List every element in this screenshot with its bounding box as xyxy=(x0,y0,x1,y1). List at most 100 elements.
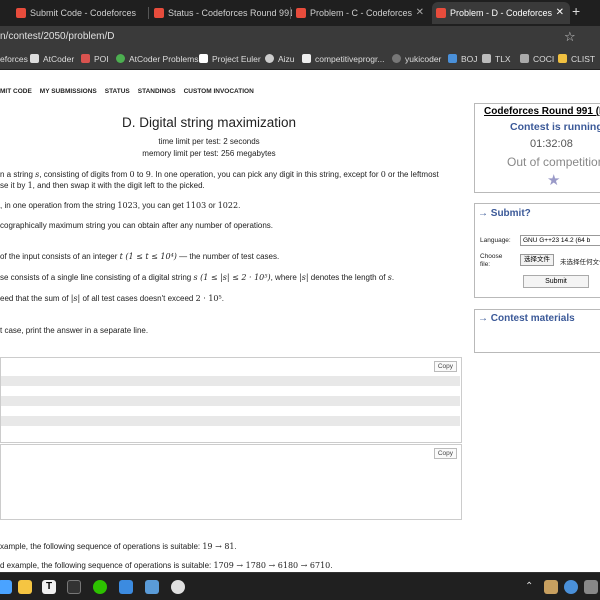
bookmark-star-icon[interactable]: ☆ xyxy=(564,29,576,45)
browser-tab-bar: Submit Code - Codeforces Status - Codefo… xyxy=(0,0,600,26)
example-row-stripe xyxy=(1,416,460,426)
text: or xyxy=(206,201,218,210)
bookmark-label: Project Euler xyxy=(212,54,261,64)
favorite-star-icon[interactable]: ★ xyxy=(547,171,560,189)
participation-status: Out of competition xyxy=(507,155,600,169)
bookmark-project-euler[interactable]: Project Euler xyxy=(199,54,261,64)
note-line-2: d example, the following sequence of ope… xyxy=(0,561,333,570)
math: s (1 ≤ |s| ≤ 2 · 10⁵) xyxy=(193,273,271,282)
codeforces-favicon-icon xyxy=(154,8,164,18)
wechat-icon[interactable] xyxy=(93,580,107,594)
bookmark-competitive-programming[interactable]: competitiveprogr... xyxy=(302,54,384,64)
bookmark-poi[interactable]: POI xyxy=(81,54,109,64)
text: eed that the sum of xyxy=(0,294,71,303)
text: , where xyxy=(270,273,300,282)
chevron-up-icon[interactable]: ⌃ xyxy=(525,581,533,592)
text: se consists of a single line consisting … xyxy=(0,273,194,282)
bookmark-label: yukicoder xyxy=(405,54,442,64)
statement-line-3: , in one operation from the string 1023,… xyxy=(0,201,240,210)
tab-problem-c[interactable]: Problem - C - Codeforces ✕ xyxy=(292,2,430,24)
tab-status[interactable]: Status - Codeforces Round 991 xyxy=(150,2,292,24)
nav-status[interactable]: STATUS xyxy=(105,88,130,95)
example-output-box: Copy xyxy=(0,444,462,520)
app-icon[interactable] xyxy=(145,580,159,594)
tab-submit-code[interactable]: Submit Code - Codeforces xyxy=(12,2,144,24)
bookmark-label: AtCoder Problems xyxy=(129,54,199,64)
text: , you can get xyxy=(137,201,186,210)
new-tab-button[interactable]: + xyxy=(572,3,580,19)
bookmark-label: eforces xyxy=(0,54,28,64)
math: 1023 xyxy=(117,201,138,210)
statement-line-2: se it by 1, and then swap it with the di… xyxy=(0,181,205,190)
bookmark-label: POI xyxy=(94,54,109,64)
tlx-icon xyxy=(482,54,491,63)
bookmark-tlx[interactable]: TLX xyxy=(482,54,511,64)
contest-materials-header[interactable]: → Contest materials xyxy=(478,313,575,324)
copy-output-button[interactable]: Copy xyxy=(433,448,457,459)
statement-line-1: n a string s, consisting of digits from … xyxy=(0,170,439,179)
contest-title-link[interactable]: Codeforces Round 991 (D xyxy=(484,106,600,117)
copy-input-button[interactable]: Copy xyxy=(433,361,457,372)
text: . xyxy=(238,201,241,210)
no-file-text: 未选择任何文件 xyxy=(560,259,600,266)
address-bar[interactable]: n/contest/2050/problem/D ☆ xyxy=(0,26,600,48)
math: 2 · 10⁵ xyxy=(195,294,222,303)
bookmark-atcoder[interactable]: AtCoder xyxy=(30,54,74,64)
file-label-1: Choose xyxy=(480,253,503,260)
text: denotes the length of xyxy=(308,273,388,282)
codeforces-favicon-icon xyxy=(436,8,446,18)
example-input-box: Copy xyxy=(0,357,462,443)
notion-icon[interactable]: T xyxy=(42,580,56,594)
nav-custom-invocation[interactable]: CUSTOM INVOCATION xyxy=(184,88,254,95)
language-label: Language: xyxy=(480,237,511,244)
tray-network-icon[interactable] xyxy=(584,580,598,594)
codeforces-favicon-icon xyxy=(296,8,306,18)
bookmark-boj[interactable]: BOJ xyxy=(448,54,478,64)
tray-cloud-icon[interactable] xyxy=(564,580,578,594)
choose-file-button[interactable]: 选择文件 xyxy=(520,254,554,266)
tab-separator xyxy=(148,7,149,19)
tab-title: Submit Code - Codeforces xyxy=(30,8,137,18)
close-tab-icon[interactable]: ✕ xyxy=(416,2,424,24)
problem-title: D. Digital string maximization xyxy=(121,115,297,130)
bookmark-codeforces[interactable]: eforces xyxy=(0,54,28,64)
input-line-1: of the input consists of an integer t (1… xyxy=(0,252,279,261)
example-row-stripe xyxy=(1,376,460,386)
text: . In one operation, you can pick any dig… xyxy=(150,170,381,179)
bookmark-label: TLX xyxy=(495,54,511,64)
nav-submit-code[interactable]: MIT CODE xyxy=(0,88,32,95)
tab-problem-d[interactable]: Problem - D - Codeforces ✕ xyxy=(432,2,570,24)
chrome-icon[interactable] xyxy=(171,580,185,594)
text: , and then swap it with the digit left t… xyxy=(32,181,205,190)
file-explorer-icon[interactable] xyxy=(18,580,32,594)
vscode-icon[interactable] xyxy=(119,580,133,594)
bookmark-label: Aizu xyxy=(278,54,295,64)
bookmark-yukicoder[interactable]: yukicoder xyxy=(392,54,441,64)
math: 1103 xyxy=(185,201,207,210)
text: n a string xyxy=(0,170,36,179)
close-tab-icon[interactable]: ✕ xyxy=(556,2,564,24)
text: of all test cases doesn't exceed xyxy=(80,294,196,303)
tab-separator xyxy=(290,7,291,19)
bookmarks-bar: eforces AtCoder POI AtCoder Problems Pro… xyxy=(0,48,600,70)
language-select[interactable]: GNU G++23 14.2 (64 b xyxy=(520,235,600,246)
submit-button[interactable]: Submit xyxy=(523,275,589,288)
bookmark-label: COCI xyxy=(533,54,555,64)
nav-standings[interactable]: STANDINGS xyxy=(138,88,176,95)
nav-my-submissions[interactable]: MY SUBMISSIONS xyxy=(40,88,97,95)
tray-app-icon[interactable] xyxy=(544,580,558,594)
file-label-2: file: xyxy=(480,261,491,268)
text: — the number of test cases. xyxy=(176,252,280,261)
terminal-icon[interactable] xyxy=(67,580,81,594)
bookmark-atcoder-problems[interactable]: AtCoder Problems xyxy=(116,54,198,64)
bookmark-aizu[interactable]: Aizu xyxy=(265,54,295,64)
windows-start-icon[interactable] xyxy=(0,580,12,594)
text: . xyxy=(330,561,333,570)
text: . xyxy=(234,542,237,551)
coci-icon xyxy=(520,54,529,63)
math: |s| xyxy=(299,273,309,282)
bookmark-clist[interactable]: CLIST xyxy=(558,54,595,64)
text: to xyxy=(134,170,146,179)
bookmark-coci[interactable]: COCI xyxy=(520,54,554,64)
output-line-1: t case, print the answer in a separate l… xyxy=(0,326,149,335)
